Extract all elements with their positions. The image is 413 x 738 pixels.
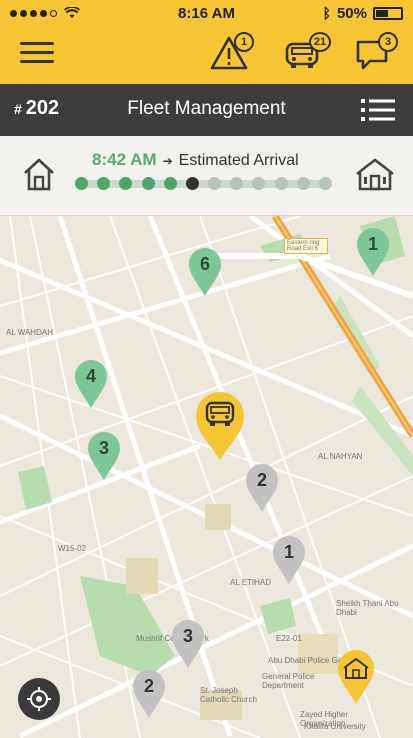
messages-button[interactable]: 3 xyxy=(354,32,400,74)
battery-percent: 50% xyxy=(336,4,367,22)
progress-stop xyxy=(208,177,222,190)
messages-badge: 3 xyxy=(378,32,398,52)
progress-stop xyxy=(119,177,133,190)
bus-location-pin[interactable] xyxy=(194,390,246,462)
alerts-badge: 1 xyxy=(234,32,254,52)
locate-icon xyxy=(27,687,51,711)
map-label: Khalifa University xyxy=(304,722,366,731)
stop-pin-upcoming[interactable]: 4 xyxy=(73,358,109,410)
arrow-right-icon: ➔ xyxy=(162,154,173,168)
map-label: E22-01 xyxy=(276,634,302,643)
arrival-panel: 8:42 AM ➔ Estimated Arrival xyxy=(0,136,413,216)
stop-pin-upcoming[interactable]: 3 xyxy=(86,430,122,482)
school-icon xyxy=(356,158,394,191)
top-toolbar: 1 21 3 xyxy=(0,26,413,84)
stop-pin-completed[interactable]: 1 xyxy=(271,534,307,586)
stop-pin-completed[interactable]: 2 xyxy=(244,462,280,514)
alerts-button[interactable]: 1 xyxy=(210,32,256,74)
map-label: Eastern ring Road Exit 6 xyxy=(284,238,328,254)
vehicles-button[interactable]: 21 xyxy=(283,32,331,74)
stop-pin-upcoming[interactable]: 6 xyxy=(187,246,223,298)
route-header: #202 Fleet Management xyxy=(0,84,413,136)
progress-stop xyxy=(274,177,288,190)
progress-stop xyxy=(252,177,266,190)
stop-pin-upcoming[interactable]: 1 xyxy=(355,226,391,278)
wifi-icon xyxy=(64,7,80,18)
map-label: AL ETIHAD xyxy=(230,578,272,587)
signal-indicator xyxy=(10,7,80,19)
route-progress xyxy=(75,177,332,191)
progress-stop xyxy=(97,177,111,190)
vehicles-badge: 21 xyxy=(309,32,331,52)
map-label: W15-02 xyxy=(58,544,87,553)
progress-stop xyxy=(163,177,177,190)
arrival-time: 8:42 AM xyxy=(92,150,157,169)
map-label: General Police Department xyxy=(262,672,315,690)
list-icon[interactable] xyxy=(361,98,395,122)
progress-stop xyxy=(75,177,88,190)
progress-stop xyxy=(230,177,244,190)
progress-stop xyxy=(296,177,310,190)
locate-button[interactable] xyxy=(18,678,60,720)
map-label: Abu Dhabi Police Gen xyxy=(268,656,347,665)
stop-pin-completed[interactable]: 3 xyxy=(170,618,206,670)
school-pin[interactable] xyxy=(336,648,376,706)
map-label: St. Joseph Catholic Church xyxy=(200,686,257,704)
map-label: AL NAHYAN xyxy=(318,452,363,461)
progress-stop xyxy=(319,177,332,190)
map-label: Sheikh Thani Abu Dhabi xyxy=(336,599,399,617)
battery-icon xyxy=(373,6,403,20)
home-icon xyxy=(24,158,54,191)
page-title: Fleet Management xyxy=(127,98,286,119)
status-bar: 8:16 AM ᛒ 50% xyxy=(0,0,413,26)
hamburger-icon[interactable] xyxy=(20,42,54,68)
estimated-arrival: 8:42 AM ➔ Estimated Arrival xyxy=(92,150,299,170)
route-map[interactable]: AL WAHDAH AL NAHYAN AL ETIHAD W15-02 E22… xyxy=(0,216,413,738)
bluetooth-icon: ᛒ xyxy=(322,5,331,21)
map-label: AL WAHDAH xyxy=(6,328,53,337)
stop-pin-completed[interactable]: 2 xyxy=(131,668,167,720)
progress-stop xyxy=(185,177,199,190)
progress-stop xyxy=(141,177,155,190)
arrival-label: Estimated Arrival xyxy=(178,152,299,169)
